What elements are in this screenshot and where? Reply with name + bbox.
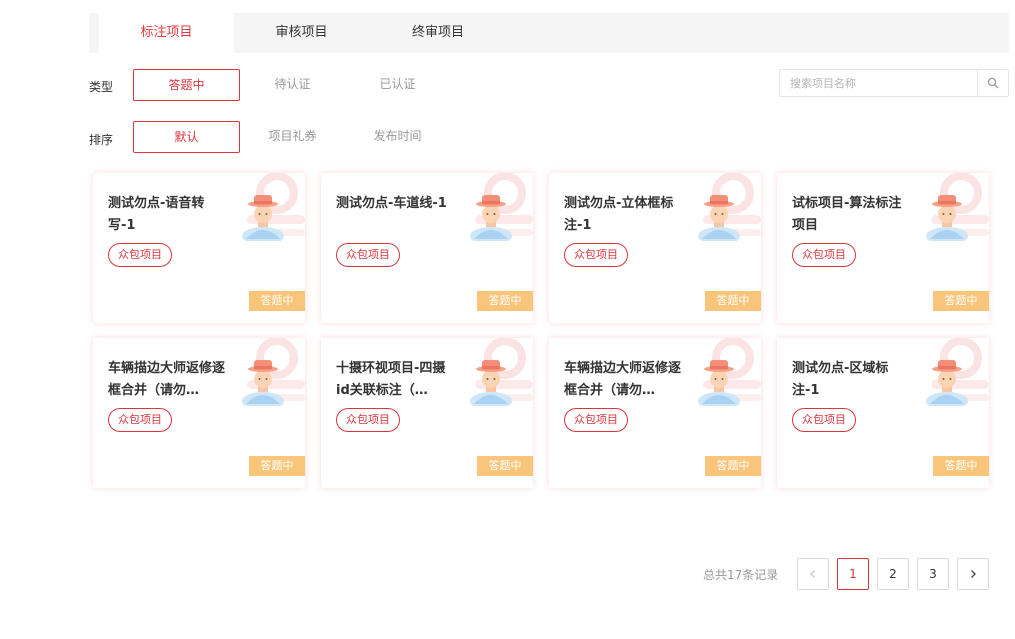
status-badge: 答题中 — [249, 291, 305, 311]
worker-avatar-icon — [470, 195, 512, 241]
search-icon — [987, 77, 999, 89]
project-card[interactable]: 车辆描边大师返修逐框合并（请勿… 众包项目 答题中 — [93, 338, 305, 488]
status-badge: 答题中 — [705, 291, 761, 311]
crowdsourcing-tag: 众包项目 — [792, 243, 856, 267]
crowdsourcing-tag: 众包项目 — [108, 243, 172, 267]
card-title: 测试勿点-立体框标注-1 — [564, 196, 674, 233]
status-badge: 答题中 — [477, 456, 533, 476]
tab-review-projects[interactable]: 审核项目 — [234, 13, 369, 53]
crowdsourcing-tag: 众包项目 — [564, 243, 628, 267]
worker-avatar-icon — [926, 360, 968, 406]
type-option-answering[interactable]: 答题中 — [133, 69, 240, 101]
next-page-button[interactable] — [957, 558, 989, 590]
card-title: 十摄环视项目-四摄id关联标注（… — [336, 361, 446, 398]
chevron-right-icon — [971, 570, 976, 578]
search-button[interactable] — [977, 70, 1008, 96]
tab-annotation-projects[interactable]: 标注项目 — [99, 13, 234, 53]
project-card[interactable]: 测试勿点-区域标注-1 众包项目 答题中 — [777, 338, 989, 488]
page-button-2[interactable]: 2 — [877, 558, 909, 590]
project-card[interactable]: 试标项目-算法标注项目 众包项目 答题中 — [777, 173, 989, 323]
project-card[interactable]: 测试勿点-车道线-1 众包项目 答题中 — [321, 173, 533, 323]
card-title: 测试勿点-语音转写-1 — [108, 196, 205, 233]
type-option-pending-certification[interactable]: 待认证 — [240, 69, 345, 101]
sort-option-publish-time[interactable]: 发布时间 — [345, 121, 450, 153]
project-card[interactable]: 车辆描边大师返修逐框合并（请勿… 众包项目 答题中 — [549, 338, 761, 488]
type-filter-label: 类型 — [89, 80, 114, 94]
status-badge: 答题中 — [705, 456, 761, 476]
worker-avatar-icon — [926, 195, 968, 241]
crowdsourcing-tag: 众包项目 — [792, 408, 856, 432]
prev-page-button[interactable] — [797, 558, 829, 590]
status-badge: 答题中 — [477, 291, 533, 311]
project-card[interactable]: 测试勿点-语音转写-1 众包项目 答题中 — [93, 173, 305, 323]
crowdsourcing-tag: 众包项目 — [336, 408, 400, 432]
search-box — [779, 69, 1009, 97]
chevron-left-icon — [810, 570, 815, 578]
sort-filter-label: 排序 — [89, 133, 114, 147]
sort-option-coupon[interactable]: 项目礼券 — [240, 121, 345, 153]
card-title: 试标项目-算法标注项目 — [792, 196, 902, 233]
status-badge: 答题中 — [249, 456, 305, 476]
status-badge: 答题中 — [933, 291, 989, 311]
pagination-total: 总共17条记录 — [703, 568, 779, 582]
project-tabs: 标注项目 审核项目 终审项目 — [89, 13, 1009, 53]
project-card[interactable]: 十摄环视项目-四摄id关联标注（… 众包项目 答题中 — [321, 338, 533, 488]
page-button-1[interactable]: 1 — [837, 558, 869, 590]
crowdsourcing-tag: 众包项目 — [336, 243, 400, 267]
worker-avatar-icon — [698, 195, 740, 241]
card-title: 测试勿点-区域标注-1 — [792, 361, 889, 398]
page-button-3[interactable]: 3 — [917, 558, 949, 590]
status-badge: 答题中 — [933, 456, 989, 476]
project-card[interactable]: 测试勿点-立体框标注-1 众包项目 答题中 — [549, 173, 761, 323]
worker-avatar-icon — [470, 360, 512, 406]
card-title: 车辆描边大师返修逐框合并（请勿… — [564, 361, 682, 398]
type-option-certified[interactable]: 已认证 — [345, 69, 450, 101]
sort-option-default[interactable]: 默认 — [133, 121, 240, 153]
card-title: 车辆描边大师返修逐框合并（请勿… — [108, 361, 226, 398]
worker-avatar-icon — [242, 195, 284, 241]
tab-final-review-projects[interactable]: 终审项目 — [369, 13, 507, 53]
worker-avatar-icon — [698, 360, 740, 406]
worker-avatar-icon — [242, 360, 284, 406]
search-input[interactable] — [780, 70, 978, 96]
card-title: 测试勿点-车道线-1 — [336, 196, 447, 211]
crowdsourcing-tag: 众包项目 — [108, 408, 172, 432]
crowdsourcing-tag: 众包项目 — [564, 408, 628, 432]
